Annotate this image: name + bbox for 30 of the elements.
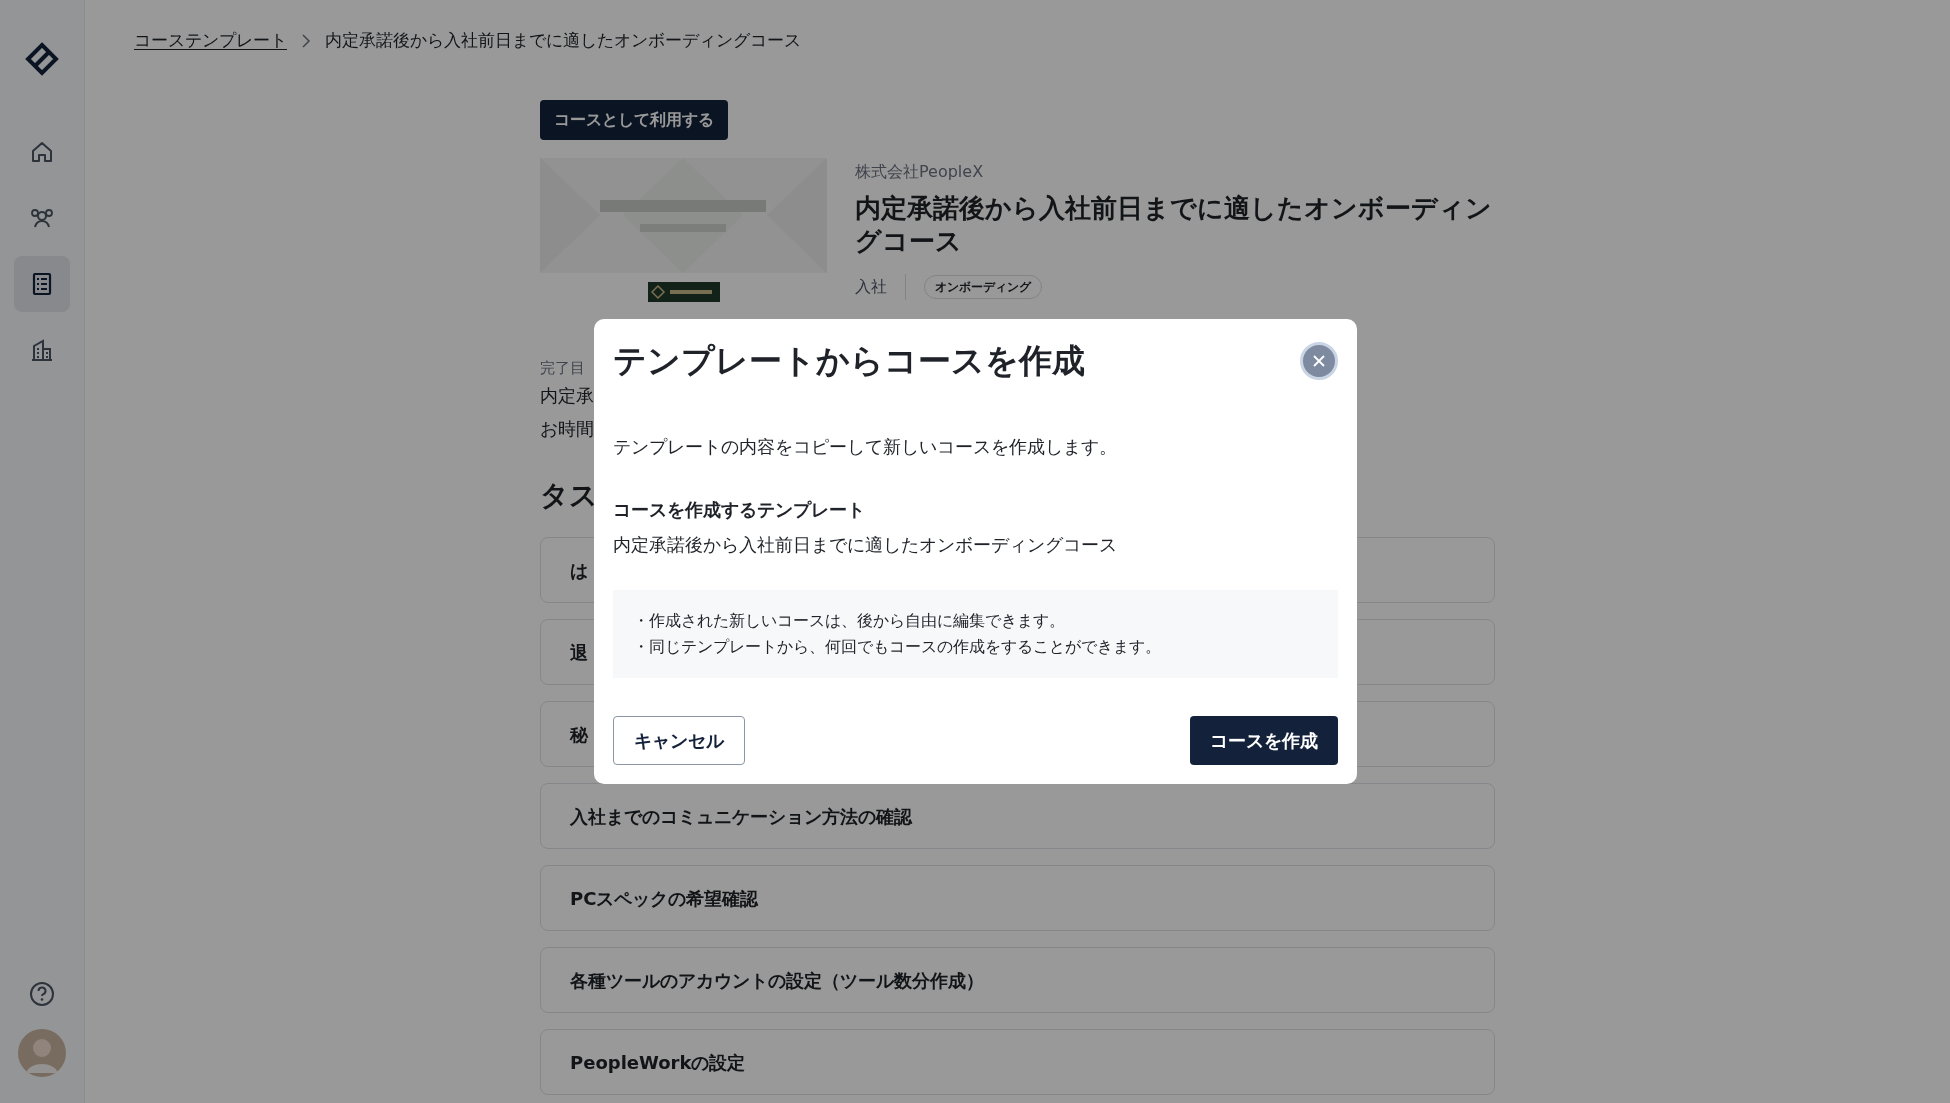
building-icon (29, 337, 55, 363)
chevron-icon (301, 33, 311, 48)
description-text: お時間 (540, 417, 594, 441)
task-item[interactable]: 各種ツールのアカウントの設定（ツール数分作成） (540, 947, 1495, 1013)
nav-item[interactable] (14, 256, 70, 312)
use-as-course-button[interactable]: コースとして利用する (540, 99, 728, 140)
create-course-button[interactable]: コースを作成 (1189, 715, 1338, 765)
note-text: ・作成された新しいコースは、後から自由に編集できます。 (632, 609, 1066, 632)
help-icon[interactable] (29, 981, 55, 1007)
home-icon (29, 139, 55, 165)
logo-icon (647, 281, 720, 302)
close-icon (1311, 354, 1326, 368)
field-value: 内定承諾後から入社前日までに適したオンボーディングコース (612, 532, 1118, 557)
field-label: コースを作成するテンプレート (612, 497, 866, 522)
task-item[interactable]: PeopleWorkの設定 (540, 1029, 1495, 1095)
course-title: 内定承諾後から入社前日までに適したオンボーディングコース (855, 191, 1493, 258)
logo-icon (25, 42, 59, 76)
note-text: ・同じテンプレートから、何回でもコースの作成をすることができます。 (632, 635, 1162, 658)
section-label: 完了目 (540, 357, 585, 379)
dialog-title: テンプレートからコースを作成 (612, 341, 1085, 381)
breadcrumb-link[interactable]: コーステンプレート (134, 28, 287, 54)
section-heading: タス (540, 478, 598, 514)
category-label: 入社 (855, 275, 887, 298)
cancel-button[interactable]: キャンセル (612, 715, 745, 765)
close-button[interactable] (1299, 342, 1338, 380)
description-text: 内定承 (540, 384, 594, 408)
dialog-text: テンプレートの内容をコピーして新しいコースを作成します。 (612, 434, 1118, 459)
task-item[interactable]: PCスペックの希望確認 (540, 865, 1495, 931)
company-name: 株式会社PeopleX (855, 160, 985, 183)
breadcrumb-current: 内定承諾後から入社前日までに適したオンボーディングコース (325, 29, 801, 52)
